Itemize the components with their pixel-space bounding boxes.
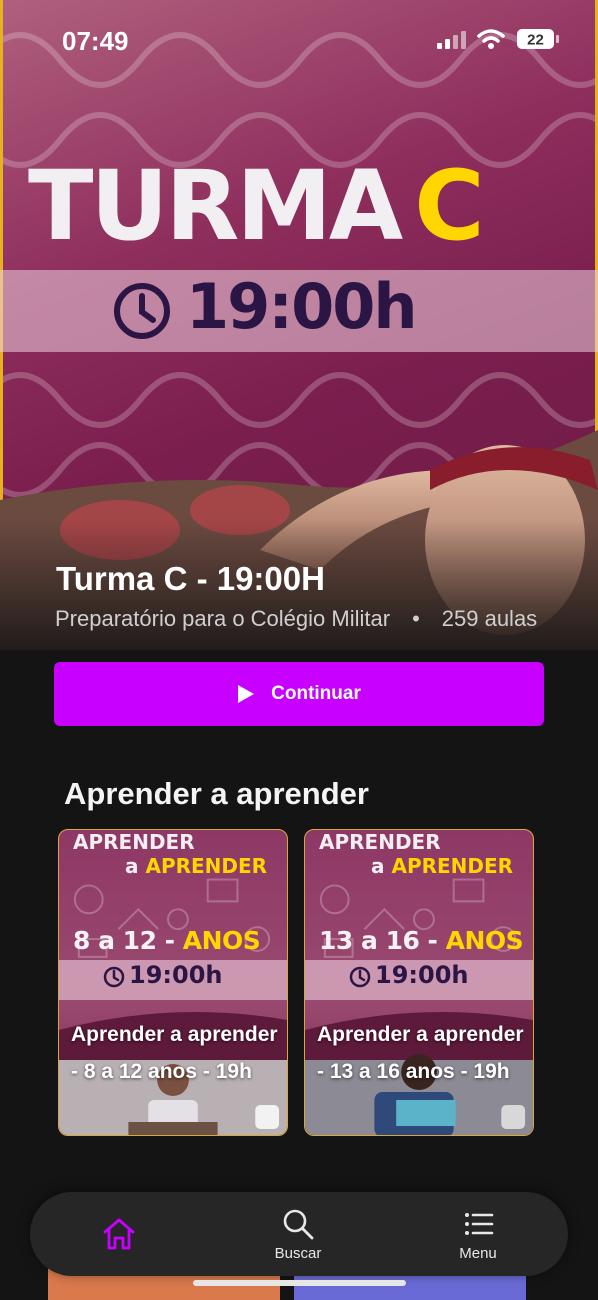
search-icon: [283, 1209, 314, 1239]
course-card-8-12[interactable]: APRENDER a APRENDER 8 a 12 - ANOS 19:00h…: [58, 829, 288, 1136]
card-ages: 13 a 16 - ANOS: [319, 926, 524, 955]
menu-icon: [465, 1212, 494, 1235]
course-title: Turma C - 19:00H: [56, 560, 325, 597]
status-time: 07:49: [62, 26, 129, 56]
banner-title: TURMA C: [28, 150, 485, 262]
wifi-icon: [477, 29, 505, 49]
lesson-count: 259 aulas: [441, 606, 538, 631]
card-ages: 8 a 12 - ANOS: [73, 926, 261, 955]
card-caption: Aprender a aprender - 13 a 16 anos - 19h: [317, 1023, 524, 1083]
banner-title-accent: C: [414, 150, 484, 262]
continue-button-label: Continuar: [271, 683, 361, 704]
battery-icon: 22: [517, 29, 559, 49]
bottom-navigation: Buscar Menu: [30, 1192, 568, 1276]
card-caption: Aprender a aprender - 8 a 12 anos - 19h: [71, 1023, 278, 1083]
hero-banner[interactable]: TURMA C 19:00h Turma C - 19:00H Preparató…: [0, 0, 598, 650]
card-heading-line1: APRENDER: [319, 830, 441, 854]
clock-icon: [103, 966, 125, 988]
cellular-signal-icon: [437, 31, 466, 49]
nav-menu[interactable]: Menu: [438, 1192, 518, 1276]
svg-text:22: 22: [527, 32, 544, 49]
home-indicator[interactable]: [193, 1280, 406, 1286]
banner-time: 19:00h: [186, 270, 417, 343]
section-title: Aprender a aprender: [64, 776, 369, 811]
clock-icon: [349, 966, 371, 988]
nav-menu-label: Menu: [459, 1244, 497, 1262]
course-card-13-16[interactable]: APRENDER a APRENDER 13 a 16 - ANOS 19:00…: [304, 829, 534, 1136]
course-subtitle: Preparatório para o Colégio Militar • 259 …: [55, 606, 538, 631]
clock-icon: [114, 283, 170, 339]
status-bar: 07:49 22: [0, 0, 598, 70]
nav-home[interactable]: [84, 1192, 154, 1276]
play-icon: [238, 685, 255, 703]
card-time: 19:00h: [375, 961, 469, 989]
nav-search[interactable]: Buscar: [258, 1192, 338, 1276]
continue-button[interactable]: Continuar: [54, 662, 544, 726]
card-heading-line1: APRENDER: [73, 830, 195, 854]
card-heading-line2: a APRENDER: [125, 854, 268, 878]
home-icon: [103, 1218, 135, 1250]
card-time: 19:00h: [129, 961, 223, 989]
nav-search-label: Buscar: [274, 1244, 322, 1262]
card-heading-line2: a APRENDER: [371, 854, 514, 878]
